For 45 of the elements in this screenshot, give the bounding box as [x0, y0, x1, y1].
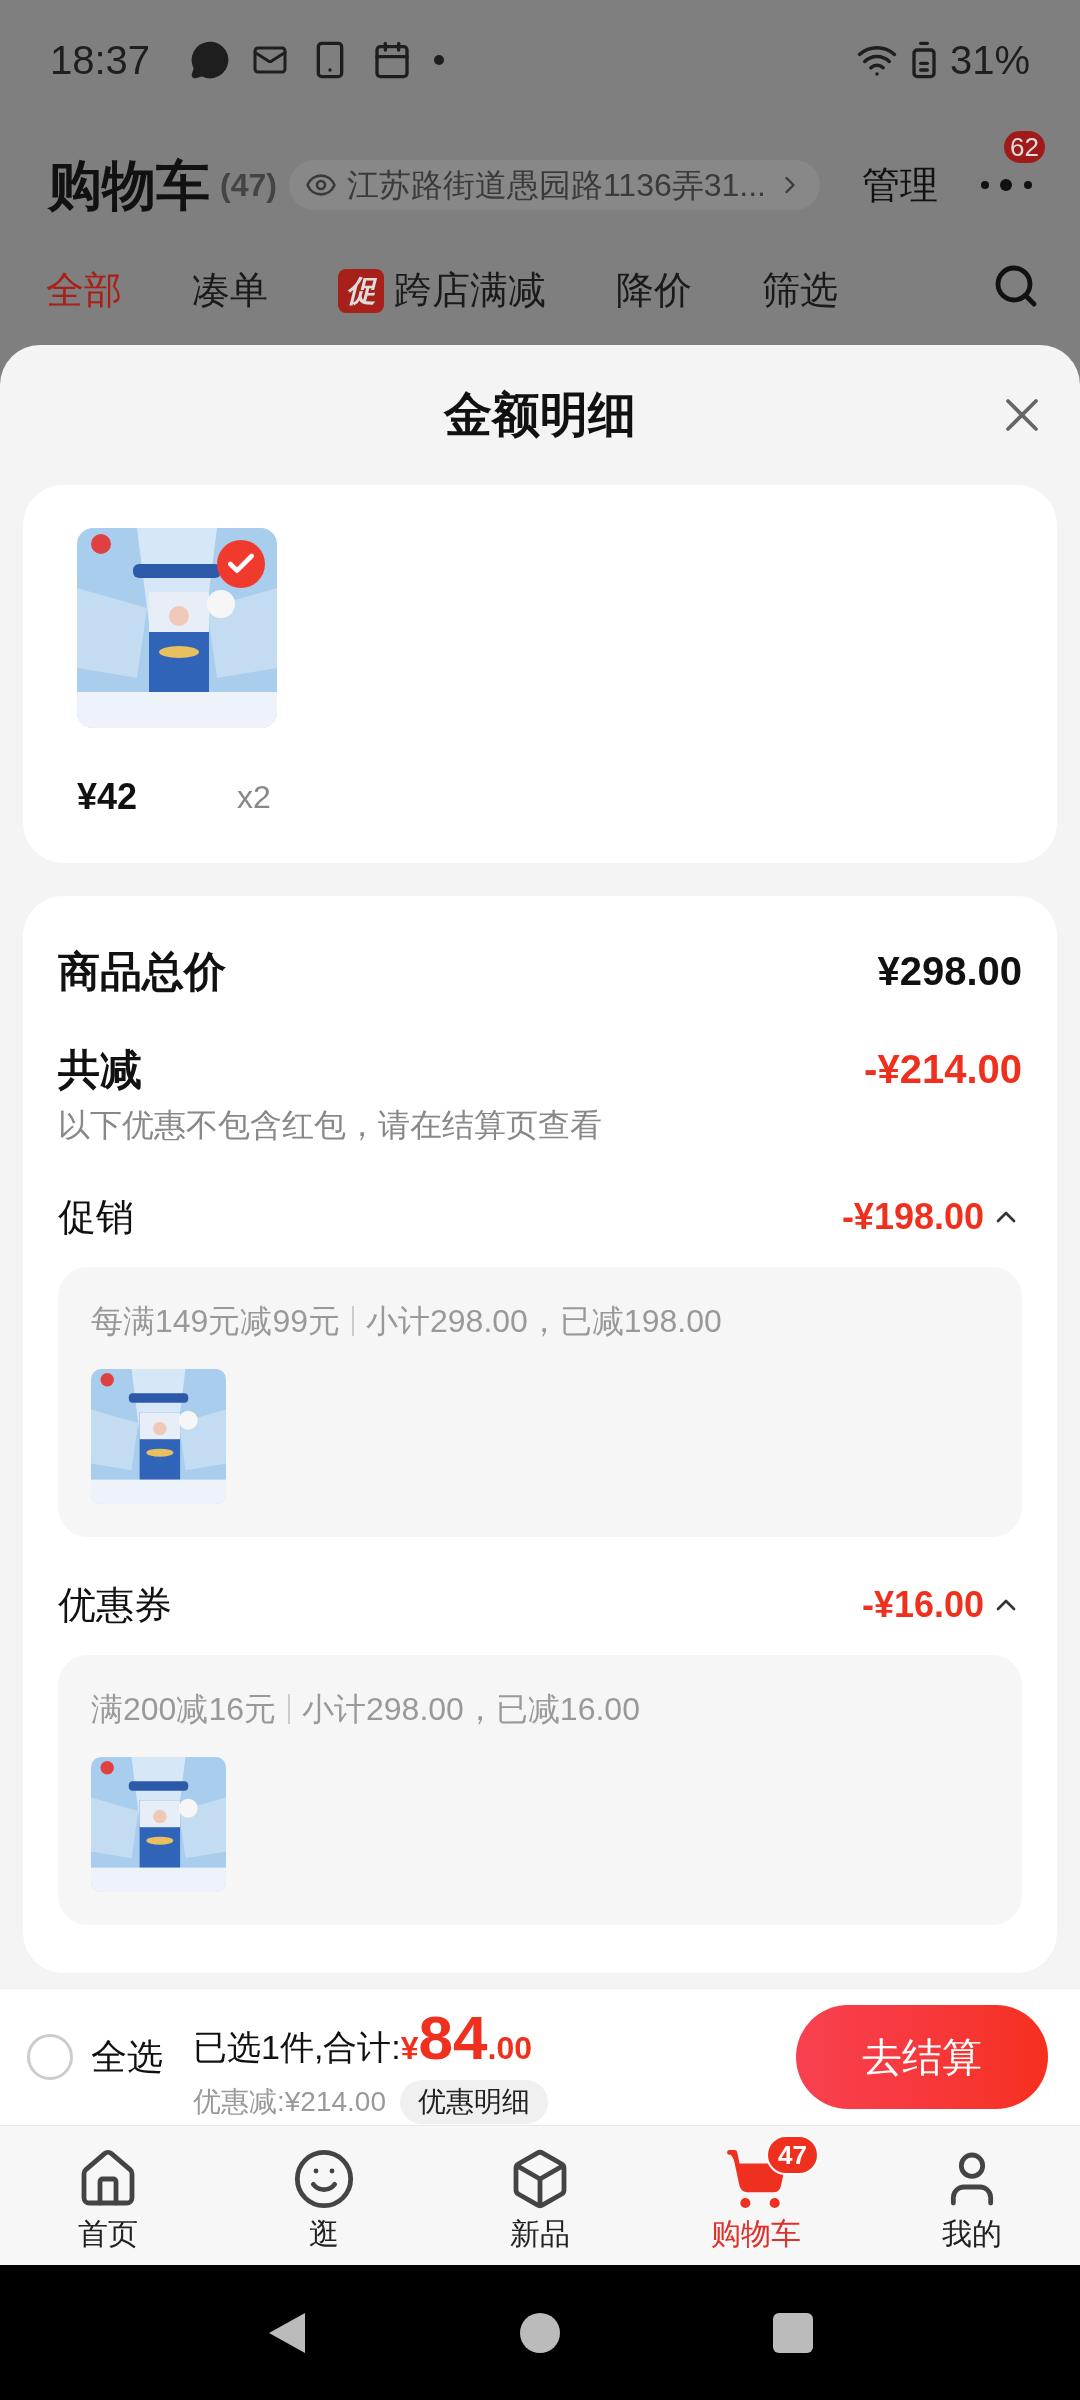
section-toggle[interactable]: -¥198.00	[841, 1190, 1022, 1244]
reduction-note: 以下优惠不包含红包，请在结算页查看	[58, 1106, 603, 1145]
total-value: ¥298.00	[877, 948, 1022, 995]
discount-detail-button[interactable]: 优惠明细	[400, 2079, 548, 2124]
filter-tab[interactable]: 降价	[616, 262, 692, 319]
sheet-title: 金额明细	[444, 387, 636, 443]
select-all-label[interactable]: 全选	[91, 2030, 163, 2084]
page-title: 购物车	[48, 153, 210, 217]
select-all-radio[interactable]	[27, 2034, 73, 2080]
reduction-label: 共减	[58, 1044, 142, 1095]
address-chip[interactable]: 江苏路街道愚园路1136弄31...	[288, 160, 820, 210]
cart-count: (47)	[220, 166, 277, 205]
section-label: 优惠券	[58, 1582, 172, 1628]
recents-icon[interactable]	[773, 2312, 814, 2353]
promo-rule: 每满149元减99元	[91, 1302, 340, 1341]
filter-tab[interactable]: 凑单	[192, 262, 268, 319]
cart-badge: 47	[766, 2135, 819, 2175]
promo-detail: 小计298.00，已减198.00	[366, 1302, 722, 1341]
nav-tab[interactable]: 我的	[864, 2135, 1080, 2256]
promo-tag: 促	[338, 268, 384, 313]
nav-tab[interactable]: 首页	[0, 2135, 216, 2256]
manage-button[interactable]: 管理	[862, 156, 938, 214]
promo-rule: 满200减16元	[91, 1690, 276, 1729]
total-amount: ¥84.00	[400, 2001, 533, 2074]
home-button-icon[interactable]	[520, 2312, 560, 2353]
smiley-icon	[292, 2147, 356, 2211]
filter-tab[interactable]: 筛选	[762, 262, 838, 319]
nav-tab[interactable]: 逛	[216, 2135, 432, 2256]
section-toggle[interactable]: -¥16.00	[861, 1578, 1022, 1632]
promo-detail: 小计298.00，已减16.00	[302, 1690, 640, 1729]
selected-summary: 已选1件,合计:	[193, 2026, 401, 2068]
total-label: 商品总价	[58, 946, 226, 997]
nav-tab[interactable]: 购物车 47	[648, 2135, 864, 2256]
filter-tab[interactable]: 促 跨店满减	[338, 262, 546, 319]
message-badge: 62	[1004, 131, 1045, 163]
checkout-button[interactable]: 去结算	[796, 2005, 1048, 2109]
product-quantity: x2	[237, 778, 271, 817]
product-price: ¥42	[77, 775, 139, 819]
battery-level: 31%	[949, 37, 1030, 84]
chat-icon	[190, 40, 231, 80]
reduction-value: -¥214.00	[864, 1046, 1022, 1093]
discount-text: 优惠减:¥214.00	[193, 2084, 386, 2119]
nav-tab[interactable]: 新品	[432, 2135, 648, 2256]
status-time: 18:37	[50, 37, 151, 84]
section-label: 促销	[58, 1194, 134, 1240]
